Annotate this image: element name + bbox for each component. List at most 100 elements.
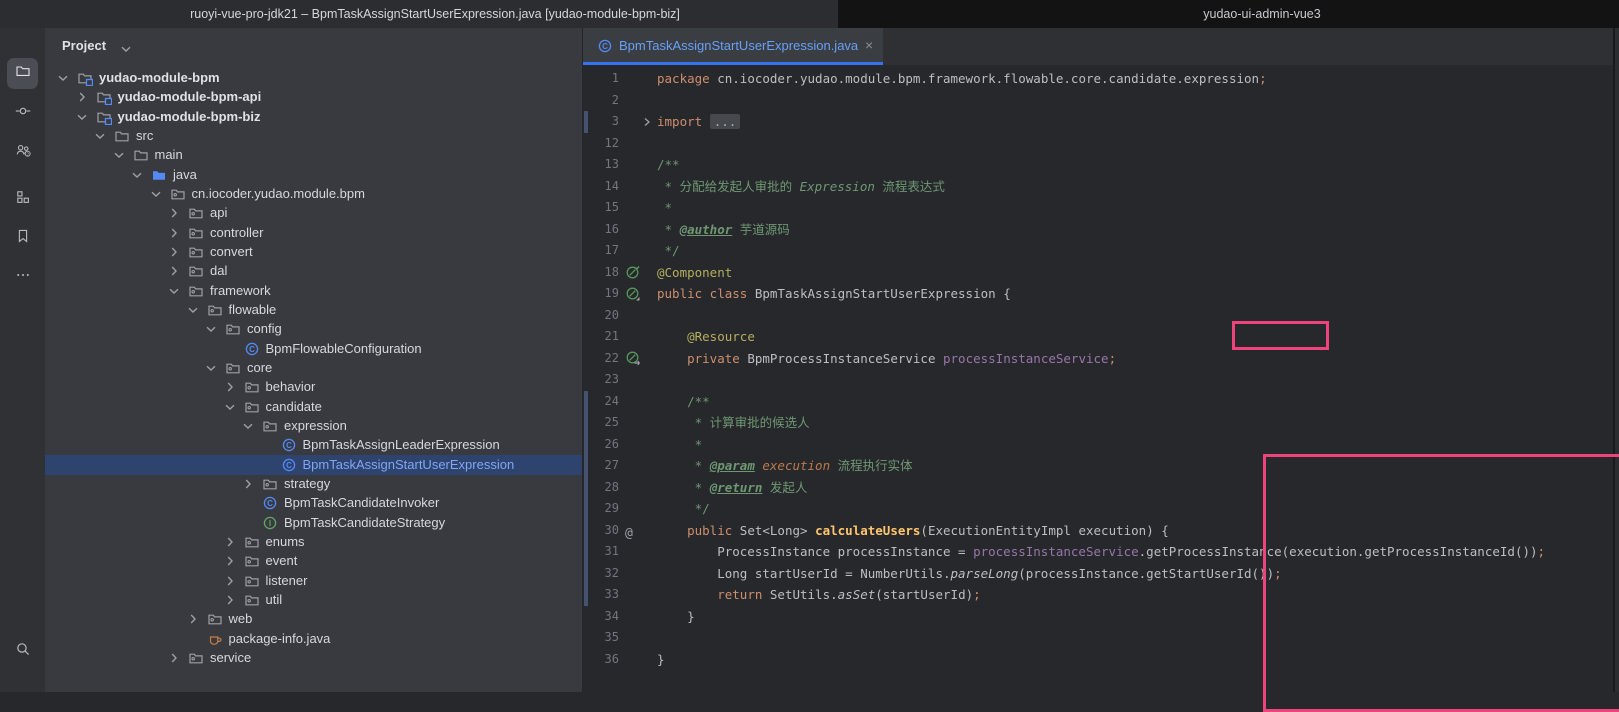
code-line-14[interactable]: 14 * 分配给发起人审批的 Expression 流程表达式 — [583, 176, 1613, 198]
code-line-18[interactable]: 18@Component — [583, 262, 1613, 284]
tree-item-flowable[interactable]: flowable — [45, 300, 582, 320]
chevron-down-icon[interactable] — [92, 128, 108, 144]
code-line-3[interactable]: 3import ... — [583, 111, 1613, 133]
tree-item-bpmtaskcandidatestrategy[interactable]: IBpmTaskCandidateStrategy — [45, 513, 582, 533]
code-line-17[interactable]: 17 */ — [583, 240, 1613, 262]
tree-item-candidate[interactable]: candidate — [45, 397, 582, 417]
code-line-34[interactable]: 34 } — [583, 606, 1613, 628]
code-line-28[interactable]: 28 * @return 发起人 — [583, 477, 1613, 499]
tree-item-enums[interactable]: enums — [45, 532, 582, 552]
tree-item-bpmtaskassignleaderexpression[interactable]: CBpmTaskAssignLeaderExpression — [45, 435, 582, 455]
code-line-1[interactable]: 1package cn.iocoder.yudao.module.bpm.fra… — [583, 68, 1613, 90]
tree-item-yudao-module-bpm[interactable]: yudao-module-bpm — [45, 68, 582, 88]
code-line-13[interactable]: 13/** — [583, 154, 1613, 176]
search-tool-button[interactable] — [7, 636, 38, 667]
code-line-22[interactable]: 22 private BpmProcessInstanceService pro… — [583, 348, 1613, 370]
code-line-23[interactable]: 23 — [583, 369, 1613, 391]
code-line-2[interactable]: 2 — [583, 90, 1613, 112]
tree-item-bpmtaskcandidateinvoker[interactable]: CBpmTaskCandidateInvoker — [45, 493, 582, 513]
chevron-down-icon[interactable] — [111, 147, 127, 163]
chevron-right-icon[interactable] — [74, 89, 90, 105]
chevron-right-icon[interactable] — [166, 263, 182, 279]
tree-item-src[interactable]: src — [45, 126, 582, 146]
tree-item-api[interactable]: api — [45, 203, 582, 223]
chevron-down-icon[interactable] — [166, 283, 182, 299]
chevron-right-icon[interactable] — [240, 476, 256, 492]
chevron-down-icon[interactable] — [129, 167, 145, 183]
tree-item-web[interactable]: web — [45, 609, 582, 629]
chevron-right-icon[interactable] — [166, 225, 182, 241]
tree-item-listener[interactable]: listener — [45, 571, 582, 591]
tree-item-convert[interactable]: convert — [45, 242, 582, 262]
chevron-right-icon[interactable] — [222, 379, 238, 395]
chevron-right-icon[interactable] — [166, 244, 182, 260]
tree-item-config[interactable]: config — [45, 319, 582, 339]
tree-item-behavior[interactable]: behavior — [45, 377, 582, 397]
chevron-right-icon[interactable] — [222, 534, 238, 550]
code-line-33[interactable]: 33 return SetUtils.asSet(startUserId); — [583, 584, 1613, 606]
chevron-right-icon[interactable] — [222, 553, 238, 569]
tree-item-yudao-module-bpm-biz[interactable]: yudao-module-bpm-biz — [45, 107, 582, 127]
project-folder-tool-button[interactable] — [7, 58, 38, 89]
code-line-19[interactable]: 19public class BpmTaskAssignStartUserExp… — [583, 283, 1613, 305]
code-line-29[interactable]: 29 */ — [583, 498, 1613, 520]
tree-item-bpmflowableconfiguration[interactable]: CBpmFlowableConfiguration — [45, 339, 582, 359]
chevron-down-icon[interactable] — [55, 70, 71, 86]
code-line-26[interactable]: 26 * — [583, 434, 1613, 456]
code-line-15[interactable]: 15 * — [583, 197, 1613, 219]
close-icon[interactable]: × — [865, 37, 873, 53]
tree-item-java[interactable]: java — [45, 165, 582, 185]
chevron-right-icon[interactable] — [166, 205, 182, 221]
code-line-16[interactable]: 16 * @author 芋道源码 — [583, 219, 1613, 241]
editor-tab-active[interactable]: C BpmTaskAssignStartUserExpression.java … — [583, 28, 883, 65]
code-line-24[interactable]: 24 /** — [583, 391, 1613, 413]
tree-item-framework[interactable]: framework — [45, 281, 582, 301]
more-tools-tool-button[interactable] — [7, 262, 38, 293]
tree-item-service[interactable]: service — [45, 648, 582, 668]
tree-item-main[interactable]: main — [45, 145, 582, 165]
fold-chevron-icon[interactable] — [639, 114, 655, 130]
code-line-32[interactable]: 32 Long startUserId = NumberUtils.parseL… — [583, 563, 1613, 585]
spring-bean-arrow-icon[interactable] — [625, 350, 641, 366]
bookmarks-tool-button[interactable] — [7, 223, 38, 254]
project-panel-header[interactable]: Project — [45, 28, 582, 68]
tree-item-bpmtaskassignstartuserexpression[interactable]: CBpmTaskAssignStartUserExpression — [45, 455, 582, 475]
code-line-21[interactable]: 21 @Resource — [583, 326, 1613, 348]
code-editor[interactable]: 1package cn.iocoder.yudao.module.bpm.fra… — [583, 65, 1613, 692]
chevron-down-icon[interactable] — [185, 302, 201, 318]
chevron-down-icon[interactable] — [118, 41, 134, 62]
code-line-20[interactable]: 20 — [583, 305, 1613, 327]
tree-item-expression[interactable]: expression — [45, 416, 582, 436]
chevron-down-icon[interactable] — [240, 418, 256, 434]
code-line-25[interactable]: 25 * 计算审批的候选人 — [583, 412, 1613, 434]
chevron-right-icon[interactable] — [185, 611, 201, 627]
pull-requests-tool-button[interactable]: ? — [7, 137, 38, 168]
chevron-down-icon[interactable] — [203, 321, 219, 337]
tree-item-strategy[interactable]: strategy — [45, 474, 582, 494]
chevron-right-icon[interactable] — [222, 592, 238, 608]
tree-item-yudao-module-bpm-api[interactable]: yudao-module-bpm-api — [45, 87, 582, 107]
at-override-icon[interactable]: @ — [625, 522, 641, 538]
code-line-36[interactable]: 36} — [583, 649, 1613, 671]
tree-item-core[interactable]: core — [45, 358, 582, 378]
chevron-down-icon[interactable] — [74, 109, 90, 125]
tree-item-controller[interactable]: controller — [45, 223, 582, 243]
chevron-down-icon[interactable] — [222, 399, 238, 415]
code-line-27[interactable]: 27 * @param execution 流程执行实体 — [583, 455, 1613, 477]
code-line-31[interactable]: 31 ProcessInstance processInstance = pro… — [583, 541, 1613, 563]
tree-item-dal[interactable]: dal — [45, 261, 582, 281]
code-line-30[interactable]: 30@ public Set<Long> calculateUsers(Exec… — [583, 520, 1613, 542]
tree-item-util[interactable]: util — [45, 590, 582, 610]
structure-tool-button[interactable] — [7, 184, 38, 215]
chevron-down-icon[interactable] — [203, 360, 219, 376]
spring-bean-check-icon[interactable] — [625, 264, 641, 280]
chevron-right-icon[interactable] — [166, 650, 182, 666]
commit-tool-button[interactable] — [7, 98, 38, 129]
spring-bean-nav-icon[interactable] — [625, 286, 641, 302]
tree-item-cn-iocoder-yudao-module-bpm[interactable]: cn.iocoder.yudao.module.bpm — [45, 184, 582, 204]
code-line-12[interactable]: 12 — [583, 133, 1613, 155]
code-line-35[interactable]: 35 — [583, 627, 1613, 649]
tree-item-package-info-java[interactable]: package-info.java — [45, 629, 582, 649]
chevron-right-icon[interactable] — [222, 573, 238, 589]
chevron-down-icon[interactable] — [148, 186, 164, 202]
